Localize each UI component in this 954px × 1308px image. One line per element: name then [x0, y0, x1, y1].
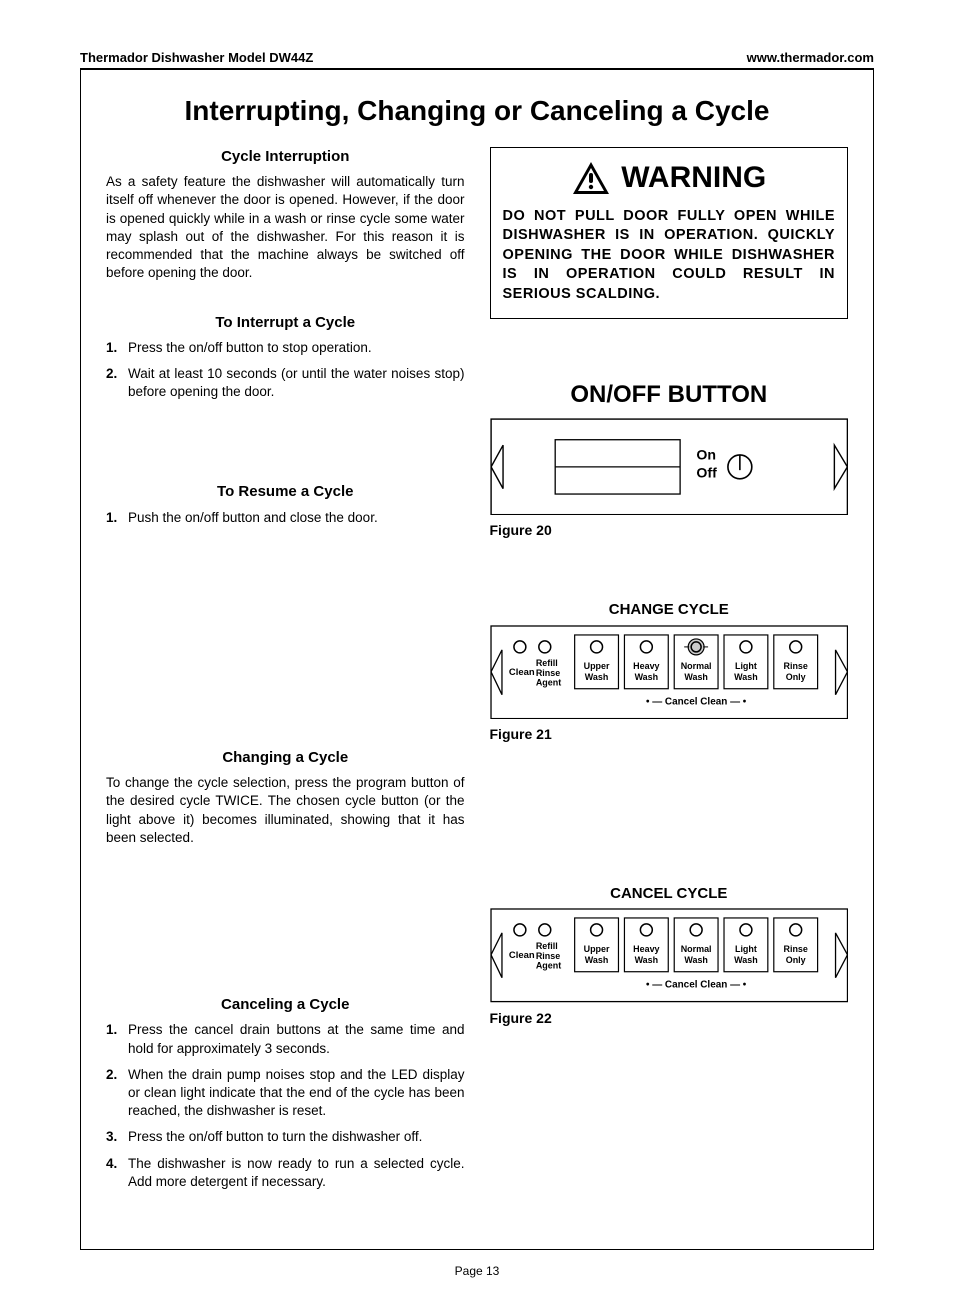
heading-changing: Changing a Cycle [106, 748, 465, 768]
heading-canceling: Canceling a Cycle [106, 995, 465, 1015]
svg-text:Wash: Wash [584, 671, 608, 681]
cancel-cycle-title: CANCEL CYCLE [490, 884, 849, 904]
svg-text:Wash: Wash [684, 955, 708, 965]
svg-text:Rinse: Rinse [783, 944, 807, 954]
svg-text:Upper: Upper [583, 660, 609, 670]
list-to-interrupt: 1.Press the on/off button to stop operat… [106, 339, 465, 402]
cancel-step-1: Press the cancel drain buttons at the sa… [128, 1021, 465, 1057]
svg-text:Wash: Wash [584, 955, 608, 965]
on-label: On [696, 446, 716, 462]
svg-text:Agent: Agent [535, 677, 560, 687]
warning-box: WARNING DO NOT PULL DOOR FULLY OPEN WHIL… [490, 147, 849, 319]
svg-text:Light: Light [734, 660, 756, 670]
svg-text:Rinse: Rinse [783, 660, 807, 670]
svg-text:Rinse: Rinse [535, 951, 559, 961]
body-changing: To change the cycle selection, press the… [106, 774, 465, 847]
page-header: Thermador Dishwasher Model DW44Z www.the… [80, 50, 874, 69]
resume-step-1: Push the on/off button and close the doo… [128, 509, 465, 527]
onoff-panel-title: ON/OFF BUTTON [490, 379, 849, 411]
svg-text:Upper: Upper [583, 944, 609, 954]
svg-text:Clean: Clean [508, 666, 534, 677]
svg-text:Heavy: Heavy [633, 944, 659, 954]
interrupt-step-1: Press the on/off button to stop operatio… [128, 339, 465, 357]
svg-text:Only: Only [785, 955, 805, 965]
svg-text:Only: Only [785, 671, 805, 681]
svg-text:Refill: Refill [535, 657, 557, 667]
svg-text:Wash: Wash [684, 671, 708, 681]
main-title: Interrupting, Changing or Canceling a Cy… [106, 95, 848, 127]
svg-text:Wash: Wash [734, 671, 758, 681]
svg-text:Heavy: Heavy [633, 660, 659, 670]
body-cycle-interruption: As a safety feature the dishwasher will … [106, 173, 465, 282]
warning-title: WARNING [621, 158, 766, 199]
figure-20-label: Figure 20 [490, 521, 849, 540]
off-label: Off [696, 464, 717, 480]
svg-text:Rinse: Rinse [535, 667, 559, 677]
svg-text:Wash: Wash [634, 671, 658, 681]
header-right: www.thermador.com [747, 50, 874, 65]
heading-cycle-interruption: Cycle Interruption [106, 147, 465, 167]
cancel-step-4: The dishwasher is now ready to run a sel… [128, 1155, 465, 1191]
heading-to-interrupt: To Interrupt a Cycle [106, 313, 465, 333]
cancel-step-2: When the drain pump noises stop and the … [128, 1066, 465, 1121]
list-canceling: 1.Press the cancel drain buttons at the … [106, 1021, 465, 1191]
svg-text:Agent: Agent [535, 961, 560, 971]
heading-to-resume: To Resume a Cycle [106, 482, 465, 502]
svg-text:Clean: Clean [508, 950, 534, 961]
figure-22-panel: Clean Refill Rinse Agent UpperWash Heavy… [490, 908, 849, 1003]
warning-triangle-icon [571, 160, 611, 196]
svg-text:Normal: Normal [680, 944, 711, 954]
content-frame: Interrupting, Changing or Canceling a Cy… [80, 69, 874, 1250]
header-left: Thermador Dishwasher Model DW44Z [80, 50, 313, 65]
svg-text:• — Cancel Clean — •: • — Cancel Clean — • [645, 696, 746, 707]
interrupt-step-2: Wait at least 10 seconds (or until the w… [128, 365, 465, 401]
svg-text:Normal: Normal [680, 660, 711, 670]
figure-21-panel: Clean Refill Rinse Agent UpperWash Heavy… [490, 625, 849, 720]
page-number: Page 13 [80, 1264, 874, 1278]
warning-body: DO NOT PULL DOOR FULLY OPEN WHILE DISHWA… [503, 207, 836, 305]
right-column: WARNING DO NOT PULL DOOR FULLY OPEN WHIL… [490, 147, 849, 1199]
list-to-resume: 1.Push the on/off button and close the d… [106, 509, 465, 527]
svg-text:Wash: Wash [734, 955, 758, 965]
figure-20-panel: On Off [490, 418, 849, 516]
svg-text:Wash: Wash [634, 955, 658, 965]
figure-21-label: Figure 21 [490, 725, 849, 744]
svg-text:Light: Light [734, 944, 756, 954]
change-cycle-title: CHANGE CYCLE [490, 600, 849, 620]
left-column: Cycle Interruption As a safety feature t… [106, 147, 465, 1199]
svg-text:• — Cancel Clean — •: • — Cancel Clean — • [645, 980, 746, 991]
cancel-step-3: Press the on/off button to turn the dish… [128, 1128, 465, 1146]
figure-22-label: Figure 22 [490, 1009, 849, 1028]
svg-text:Refill: Refill [535, 941, 557, 951]
